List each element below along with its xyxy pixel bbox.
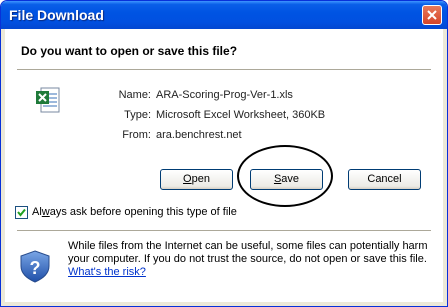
- open-button[interactable]: Open: [160, 169, 233, 190]
- divider: [17, 230, 431, 232]
- checkmark-icon: [17, 208, 26, 217]
- title-bar[interactable]: File Download: [1, 1, 447, 29]
- name-label: Name:: [118, 89, 151, 101]
- file-name: ARA-Scoring-Prog-Ver-1.xls: [156, 89, 293, 101]
- close-button[interactable]: [422, 5, 442, 25]
- cancel-button[interactable]: Cancel: [348, 169, 421, 190]
- file-type: Microsoft Excel Worksheet, 360KB: [156, 109, 326, 121]
- divider: [17, 69, 431, 71]
- close-icon: [427, 10, 437, 20]
- annotation-circle: [237, 145, 333, 207]
- whats-the-risk-link[interactable]: What's the risk?: [68, 266, 146, 278]
- file-source: ara.benchrest.net: [156, 129, 242, 141]
- type-label: Type:: [124, 109, 151, 121]
- dialog-body: Do you want to open or save this file? N…: [5, 29, 443, 302]
- window-title: File Download: [9, 7, 104, 23]
- excel-file-icon: [36, 87, 60, 113]
- always-ask-checkbox[interactable]: [15, 206, 28, 219]
- file-download-dialog: File Download Do you want to open or sav…: [0, 0, 448, 307]
- security-warning: While files from the Internet can be use…: [68, 240, 428, 278]
- svg-text:?: ?: [30, 258, 41, 278]
- security-shield-icon: ?: [20, 250, 50, 283]
- always-ask-label[interactable]: Always ask before opening this type of f…: [32, 206, 237, 218]
- dialog-question: Do you want to open or save this file?: [21, 44, 238, 58]
- from-label: From:: [122, 129, 151, 141]
